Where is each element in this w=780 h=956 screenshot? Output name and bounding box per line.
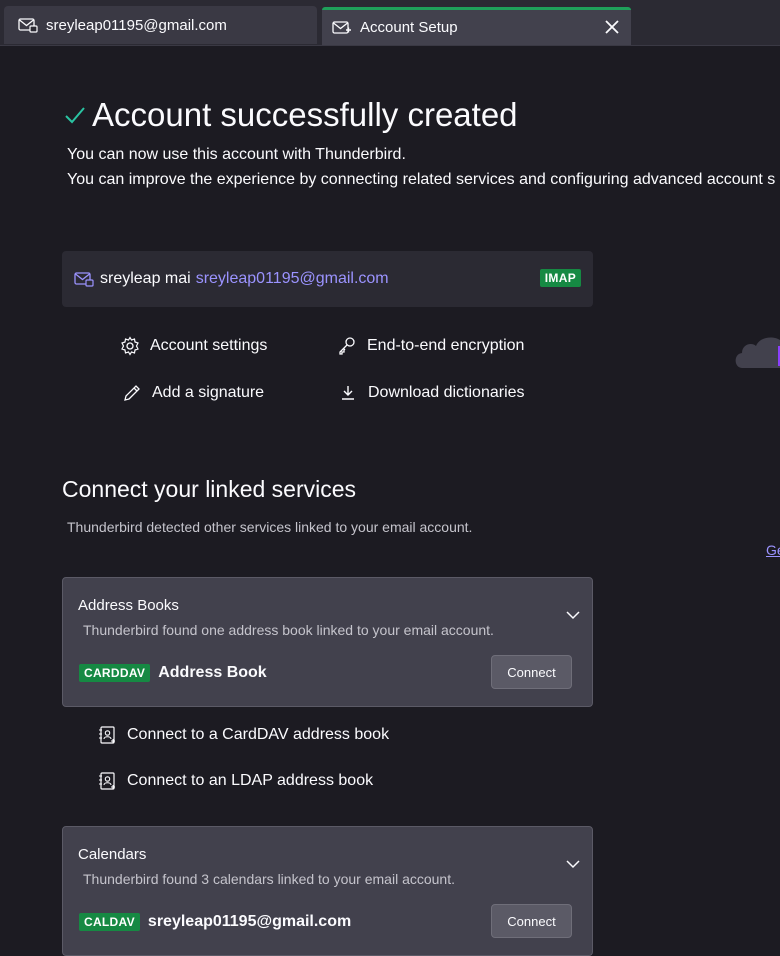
chevron-down-icon[interactable] bbox=[566, 859, 580, 869]
info-text-2: You can improve the experience by connec… bbox=[67, 171, 776, 188]
download-dictionaries-label: Download dictionaries bbox=[368, 384, 525, 401]
calendar-item: CALDAV sreyleap01195@gmail.com bbox=[79, 913, 351, 931]
linked-services-title: Connect your linked services bbox=[62, 476, 357, 502]
e2e-encryption-link[interactable]: End-to-end encryption bbox=[337, 336, 524, 356]
account-summary: sreyleap mai sreyleap01195@gmail.com IMA… bbox=[62, 251, 593, 307]
connect-ldap-label: Connect to an LDAP address book bbox=[127, 772, 374, 789]
mail-account-icon bbox=[74, 271, 94, 287]
side-link[interactable]: Ge bbox=[766, 542, 780, 558]
protocol-badge: IMAP bbox=[539, 269, 581, 287]
e2e-encryption-label: End-to-end encryption bbox=[367, 337, 525, 354]
tab-bar: sreyleap01195@gmail.com Account Setup bbox=[0, 0, 780, 46]
caldav-badge: CALDAV bbox=[79, 913, 140, 931]
linked-services-subtitle: Thunderbird detected other services link… bbox=[67, 519, 473, 535]
success-header: Account successfully created bbox=[64, 96, 518, 134]
account-settings-label: Account settings bbox=[150, 337, 268, 354]
chevron-down-icon[interactable] bbox=[566, 610, 580, 620]
address-book-name: Address Book bbox=[158, 664, 267, 681]
address-book-icon bbox=[99, 772, 115, 790]
mail-setup-icon bbox=[332, 19, 352, 37]
calendar-name: sreyleap01195@gmail.com bbox=[147, 913, 352, 930]
close-icon[interactable] bbox=[603, 18, 621, 36]
address-books-description: Thunderbird found one address book linke… bbox=[83, 622, 494, 638]
carddav-badge: CARDDAV bbox=[79, 664, 151, 682]
address-book-item: CARDDAV Address Book bbox=[79, 664, 267, 682]
address-book-icon bbox=[99, 726, 115, 744]
account-email: sreyleap01195@gmail.com bbox=[195, 270, 389, 287]
address-books-title: Address Books bbox=[78, 597, 179, 614]
connect-carddav-link[interactable]: Connect to a CardDAV address book bbox=[97, 725, 389, 745]
connect-ldap-link[interactable]: Connect to an LDAP address book bbox=[97, 771, 373, 791]
add-signature-label: Add a signature bbox=[152, 384, 265, 401]
pencil-icon bbox=[122, 383, 142, 403]
calendars-title: Calendars bbox=[78, 846, 147, 863]
tab-inbox[interactable]: sreyleap01195@gmail.com bbox=[4, 6, 317, 44]
calendars-card: Calendars Thunderbird found 3 calendars … bbox=[62, 826, 593, 956]
connect-carddav-label: Connect to a CardDAV address book bbox=[127, 726, 390, 743]
info-text-1: You can now use this account with Thunde… bbox=[67, 146, 406, 163]
tab-label: Account Setup bbox=[360, 19, 458, 36]
add-signature-link[interactable]: Add a signature bbox=[122, 383, 264, 403]
connect-calendar-button[interactable]: Connect bbox=[491, 904, 572, 938]
tab-label: sreyleap01195@gmail.com bbox=[46, 16, 227, 34]
gear-icon bbox=[120, 336, 140, 356]
account-setup-page: Account successfully created You can now… bbox=[0, 46, 780, 956]
tab-account-setup[interactable]: Account Setup bbox=[322, 7, 631, 45]
calendars-description: Thunderbird found 3 calendars linked to … bbox=[83, 871, 455, 887]
account-name: sreyleap mai bbox=[100, 270, 191, 287]
page-title: Account successfully created bbox=[92, 96, 518, 133]
address-books-card: Address Books Thunderbird found one addr… bbox=[62, 577, 593, 707]
download-icon bbox=[338, 383, 358, 403]
account-settings-link[interactable]: Account settings bbox=[120, 336, 267, 356]
checkmark-icon bbox=[65, 107, 85, 124]
key-icon bbox=[337, 336, 357, 356]
cloud-illustration-icon bbox=[735, 337, 780, 368]
mail-account-icon bbox=[18, 16, 38, 34]
connect-address-book-button[interactable]: Connect bbox=[491, 655, 572, 689]
download-dictionaries-link[interactable]: Download dictionaries bbox=[338, 383, 525, 403]
